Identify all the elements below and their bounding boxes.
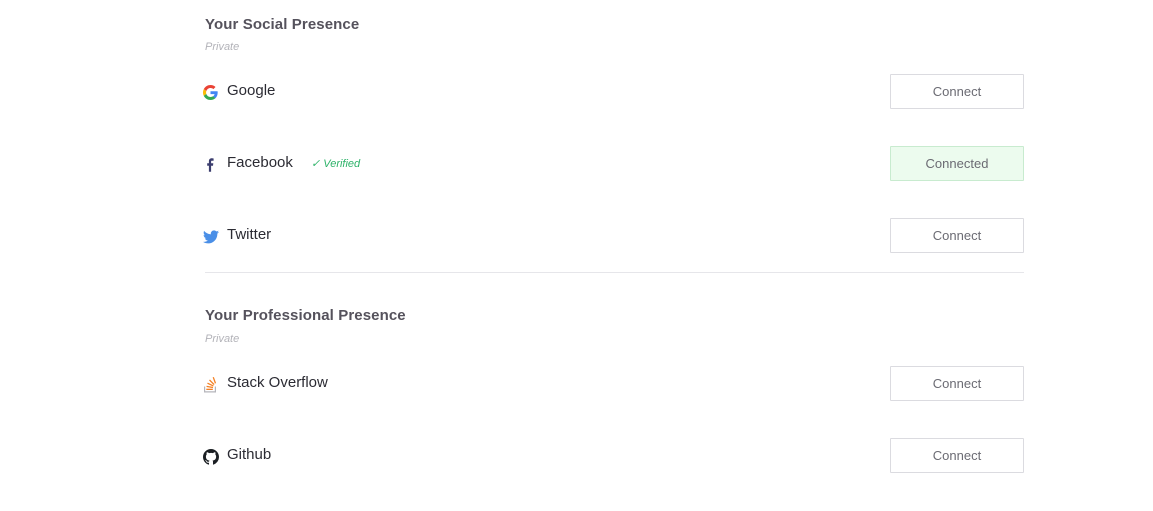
facebook-label: Facebook	[227, 154, 293, 171]
github-icon	[202, 448, 219, 465]
professional-presence-privacy-label: Private	[205, 333, 240, 345]
professional-presence-title: Your Professional Presence	[205, 307, 406, 324]
github-label: Github	[227, 446, 272, 463]
stack-overflow-label: Stack Overflow	[227, 374, 328, 391]
section-divider	[205, 272, 1024, 273]
facebook-icon	[202, 156, 219, 173]
google-icon	[202, 84, 219, 101]
twitter-connect-button[interactable]: Connect	[890, 218, 1024, 253]
social-row-facebook: Facebook ✓ Verified Connected	[205, 146, 1024, 182]
social-row-google: Google Connect	[202, 74, 1024, 110]
stack-overflow-connect-button[interactable]: Connect	[890, 366, 1024, 401]
professional-row-github: Github Connect	[202, 438, 1024, 474]
facebook-connected-button[interactable]: Connected	[890, 146, 1024, 181]
professional-row-stack-overflow: Stack Overflow Connect	[202, 366, 1024, 402]
stack-overflow-icon	[202, 376, 219, 393]
google-label: Google	[227, 82, 276, 99]
social-presence-title: Your Social Presence	[205, 16, 360, 33]
twitter-icon	[202, 228, 219, 245]
social-row-twitter: Twitter Connect	[202, 218, 1024, 254]
twitter-label: Twitter	[227, 226, 272, 243]
google-connect-button[interactable]: Connect	[890, 74, 1024, 109]
social-presence-privacy-label: Private	[205, 41, 240, 53]
verified-badge: ✓ Verified	[311, 158, 361, 170]
github-connect-button[interactable]: Connect	[890, 438, 1024, 473]
